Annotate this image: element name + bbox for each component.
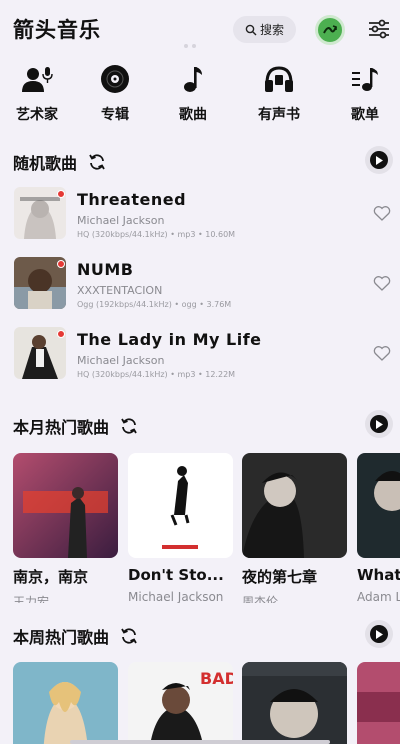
play-icon <box>376 155 383 165</box>
category-label: 歌单 <box>351 107 379 123</box>
section-title: 本周热门歌曲 <box>13 628 110 647</box>
home-indicator <box>70 740 330 744</box>
play-all-weekly-button[interactable] <box>365 620 393 648</box>
album-art <box>13 662 118 744</box>
album-card[interactable] <box>357 662 400 744</box>
album-card[interactable] <box>242 662 347 744</box>
album-artist: Adam L <box>357 590 400 603</box>
heart-icon[interactable] <box>373 275 391 291</box>
page-indicator <box>184 44 196 48</box>
new-badge <box>57 190 65 198</box>
weekly-hot-carousel[interactable]: BAD <box>0 662 400 744</box>
category-label: 有声书 <box>258 107 300 123</box>
headphones-icon <box>265 66 293 92</box>
album-title: 夜的第七章 <box>242 568 318 586</box>
arrow-logo-icon <box>323 25 337 34</box>
album-artist: 王力宏 <box>13 595 50 603</box>
album-art: BAD <box>128 662 233 744</box>
search-button[interactable]: 搜索 <box>233 16 296 43</box>
category-artist[interactable]: 艺术家 <box>2 60 72 124</box>
category-label: 歌曲 <box>179 107 207 123</box>
song-title: NUMB <box>77 260 134 279</box>
category-playlist[interactable]: 歌单 <box>330 60 400 124</box>
album-card[interactable]: 夜的第七章 周杰伦 <box>242 453 347 603</box>
svg-text:BAD: BAD <box>200 669 233 688</box>
album-artist: Michael Jackson <box>128 590 224 603</box>
category-label: 专辑 <box>101 107 129 123</box>
category-song[interactable]: 歌曲 <box>158 60 228 124</box>
play-all-monthly-button[interactable] <box>365 410 393 438</box>
song-meta: HQ (320kbps/44.1kHz) • mp3 • 12.22M <box>77 370 236 379</box>
new-badge <box>57 330 65 338</box>
album-art <box>242 453 347 558</box>
album-card[interactable] <box>13 662 118 744</box>
heart-icon[interactable] <box>373 345 391 361</box>
album-art <box>242 662 347 744</box>
monthly-hot-carousel[interactable]: 南京，南京 王力宏 Don't Sto... Michael Jackson 夜… <box>0 453 400 603</box>
song-title: The Lady in My Life <box>77 330 262 349</box>
play-icon <box>376 629 383 639</box>
album-card[interactable]: 南京，南京 王力宏 <box>13 453 118 603</box>
song-meta: HQ (320kbps/44.1kHz) • mp3 • 10.60M <box>77 230 236 239</box>
settings-sliders-icon[interactable] <box>367 17 391 41</box>
album-card[interactable]: BAD <box>128 662 233 744</box>
refresh-icon[interactable] <box>87 152 107 172</box>
song-artist: XXXTENTACION <box>77 284 163 297</box>
album-artist: 周杰伦 <box>242 595 279 603</box>
song-meta: Ogg (192kbps/44.1kHz) • ogg • 3.76M <box>77 300 232 309</box>
music-note-icon <box>184 67 202 92</box>
search-label: 搜索 <box>259 23 284 37</box>
song-artist: Michael Jackson <box>77 354 165 367</box>
album-art <box>128 453 233 558</box>
album-art <box>357 662 400 744</box>
song-row[interactable]: The Lady in My Life Michael Jackson HQ (… <box>0 327 400 391</box>
song-row[interactable]: NUMB XXXTENTACION Ogg (192kbps/44.1kHz) … <box>0 257 400 321</box>
album-art <box>357 453 400 558</box>
album-card[interactable]: Don't Sto... Michael Jackson <box>128 453 233 603</box>
song-row[interactable]: Threatened Michael Jackson HQ (320kbps/4… <box>0 187 400 251</box>
section-random-songs: 随机歌曲 <box>13 150 107 174</box>
category-audiobook[interactable]: 有声书 <box>244 60 314 124</box>
play-all-random-button[interactable] <box>365 146 393 174</box>
album-title: Don't Sto... <box>128 566 224 584</box>
category-album[interactable]: 专辑 <box>80 60 150 124</box>
disc-icon <box>101 65 129 93</box>
song-artist: Michael Jackson <box>77 214 165 227</box>
album-card[interactable]: What Adam L <box>357 453 400 603</box>
section-monthly-hot: 本月热门歌曲 <box>13 414 139 438</box>
app-title: 箭头音乐 <box>13 18 101 42</box>
album-art <box>13 453 118 558</box>
section-title: 随机歌曲 <box>13 154 78 173</box>
category-bar: 艺术家 专辑 歌曲 有声书 歌单 <box>0 60 400 130</box>
app-header: 箭头音乐 搜索 <box>0 0 400 58</box>
refresh-icon[interactable] <box>119 626 139 646</box>
playlist-icon <box>352 68 378 91</box>
heart-icon[interactable] <box>373 205 391 221</box>
new-badge <box>57 260 65 268</box>
section-weekly-hot: 本周热门歌曲 <box>13 624 139 648</box>
section-title: 本月热门歌曲 <box>13 418 110 437</box>
album-title: 南京，南京 <box>13 568 89 586</box>
user-avatar[interactable] <box>315 15 345 45</box>
refresh-icon[interactable] <box>119 416 139 436</box>
search-icon <box>245 24 257 35</box>
artist-mic-icon <box>22 67 53 92</box>
song-title: Threatened <box>77 190 187 209</box>
category-label: 艺术家 <box>16 107 58 123</box>
album-title: What <box>357 566 400 584</box>
play-icon <box>376 419 383 429</box>
